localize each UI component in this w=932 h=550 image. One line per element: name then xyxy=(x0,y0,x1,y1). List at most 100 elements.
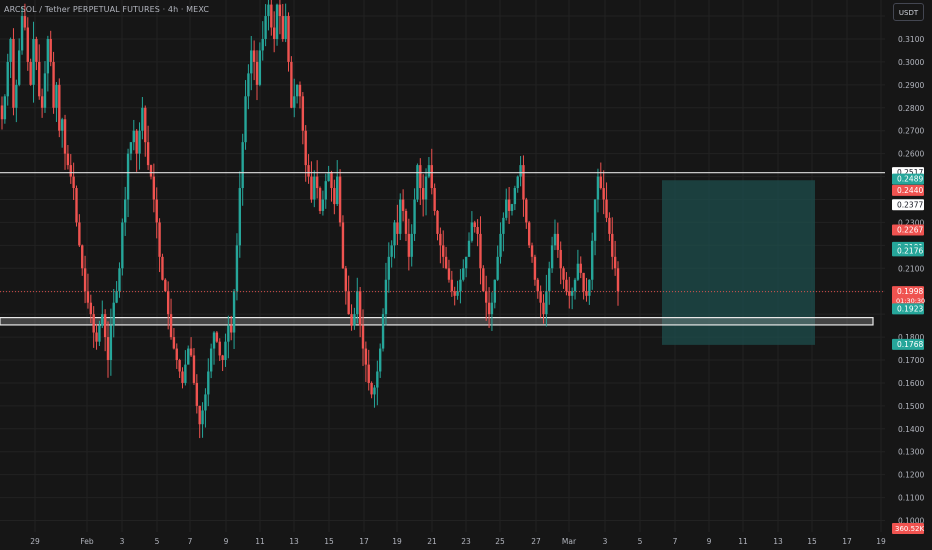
candle-body xyxy=(187,348,190,365)
x-tick-label: 19 xyxy=(876,537,886,546)
price-chart[interactable]: 0.32000.31000.30000.29000.28000.27000.26… xyxy=(0,0,932,550)
candle-body xyxy=(115,291,118,303)
candle-body xyxy=(356,291,359,315)
candle-body xyxy=(166,291,170,315)
candle-body xyxy=(43,73,47,108)
candle-body xyxy=(396,222,399,234)
x-tick-label: 27 xyxy=(531,537,541,546)
candle-body xyxy=(75,188,78,223)
candle-body xyxy=(616,268,620,292)
y-tick-label: 0.1200 xyxy=(898,471,924,480)
candle-body xyxy=(321,199,325,211)
candle-body xyxy=(26,27,29,62)
x-tick-label: 21 xyxy=(427,537,437,546)
candle-body xyxy=(367,364,370,383)
candle-body xyxy=(141,107,144,131)
candle-body xyxy=(218,341,221,356)
candle-body xyxy=(307,165,310,177)
candle-body xyxy=(135,130,138,154)
candle-body xyxy=(424,176,428,200)
candle-body xyxy=(525,199,528,223)
candle-body xyxy=(507,199,511,211)
candle-body xyxy=(69,165,72,177)
candle-body xyxy=(350,314,353,326)
candle-body xyxy=(52,61,55,108)
candle-body xyxy=(172,337,176,349)
candle-body xyxy=(58,84,61,131)
x-tick-label: 17 xyxy=(842,537,852,546)
candle-body xyxy=(12,38,15,108)
candle-body xyxy=(215,332,219,342)
candle-body xyxy=(427,165,431,177)
candle-body xyxy=(227,325,230,342)
candle-body xyxy=(447,268,451,280)
x-tick-label: 5 xyxy=(638,537,643,546)
candle-body xyxy=(38,61,41,97)
candle-body xyxy=(444,256,448,269)
candle-body xyxy=(542,302,545,315)
candle-body xyxy=(212,332,216,349)
x-tick-label: Mar xyxy=(562,537,577,546)
candle-body xyxy=(250,50,253,74)
y-tick-label: 0.1100 xyxy=(898,494,924,503)
candle-body xyxy=(112,302,115,326)
candle-body xyxy=(390,245,393,257)
candle-body xyxy=(101,314,104,326)
candle-body xyxy=(479,233,482,269)
y-tick-label: 0.1700 xyxy=(898,356,924,365)
candle-body xyxy=(550,245,554,269)
candle-body xyxy=(252,50,256,62)
candle-body xyxy=(63,119,67,154)
candle-body xyxy=(184,364,187,383)
candle-body xyxy=(330,171,333,189)
candle-body xyxy=(353,314,356,326)
x-tick-label: 25 xyxy=(495,537,505,546)
y-tick-label: 0.1600 xyxy=(898,379,924,388)
price-label: 0.2489 xyxy=(897,175,923,184)
candle-body xyxy=(270,4,273,28)
x-tick-label: 17 xyxy=(359,537,369,546)
candle-body xyxy=(146,142,150,166)
candle-body xyxy=(533,256,537,280)
candle-body xyxy=(35,38,38,62)
y-tick-label: 0.2100 xyxy=(898,264,924,273)
x-tick-label: 13 xyxy=(289,537,299,546)
candle-body xyxy=(126,153,130,200)
candle-body xyxy=(72,176,75,189)
candle-body xyxy=(573,279,577,292)
price-label: 0.2440 xyxy=(897,186,923,195)
candle-body xyxy=(281,16,284,39)
candle-body xyxy=(244,96,247,143)
y-tick-label: 0.1400 xyxy=(898,425,924,434)
candle-body xyxy=(81,245,84,269)
x-tick-label: 7 xyxy=(673,537,678,546)
price-label: 0.2267 xyxy=(897,225,923,234)
candle-body xyxy=(358,291,362,326)
candle-body xyxy=(493,279,496,303)
candle-body xyxy=(467,240,471,257)
candle-body xyxy=(144,107,147,143)
candle-body xyxy=(505,199,508,218)
candle-body xyxy=(9,38,12,62)
candle-body xyxy=(230,325,233,333)
x-tick-label: 3 xyxy=(120,537,125,546)
candle-body xyxy=(611,233,614,257)
support-zone-rect xyxy=(0,316,874,326)
candle-body xyxy=(60,119,64,131)
y-tick-label: 0.1300 xyxy=(898,448,924,457)
currency-button[interactable]: USDT xyxy=(893,3,924,21)
candle-body xyxy=(341,222,345,269)
candle-body xyxy=(336,176,339,205)
candle-body xyxy=(95,332,98,342)
candle-body xyxy=(40,96,44,108)
candle-body xyxy=(347,291,350,315)
candle-body xyxy=(413,199,416,234)
candle-body xyxy=(313,176,316,200)
x-tick-label: 11 xyxy=(738,537,748,546)
candle-body xyxy=(536,279,539,292)
candle-body xyxy=(582,272,585,292)
candle-body xyxy=(121,222,124,269)
x-tick-label: 19 xyxy=(392,537,402,546)
candle-body xyxy=(209,348,213,372)
candle-body xyxy=(436,210,439,234)
